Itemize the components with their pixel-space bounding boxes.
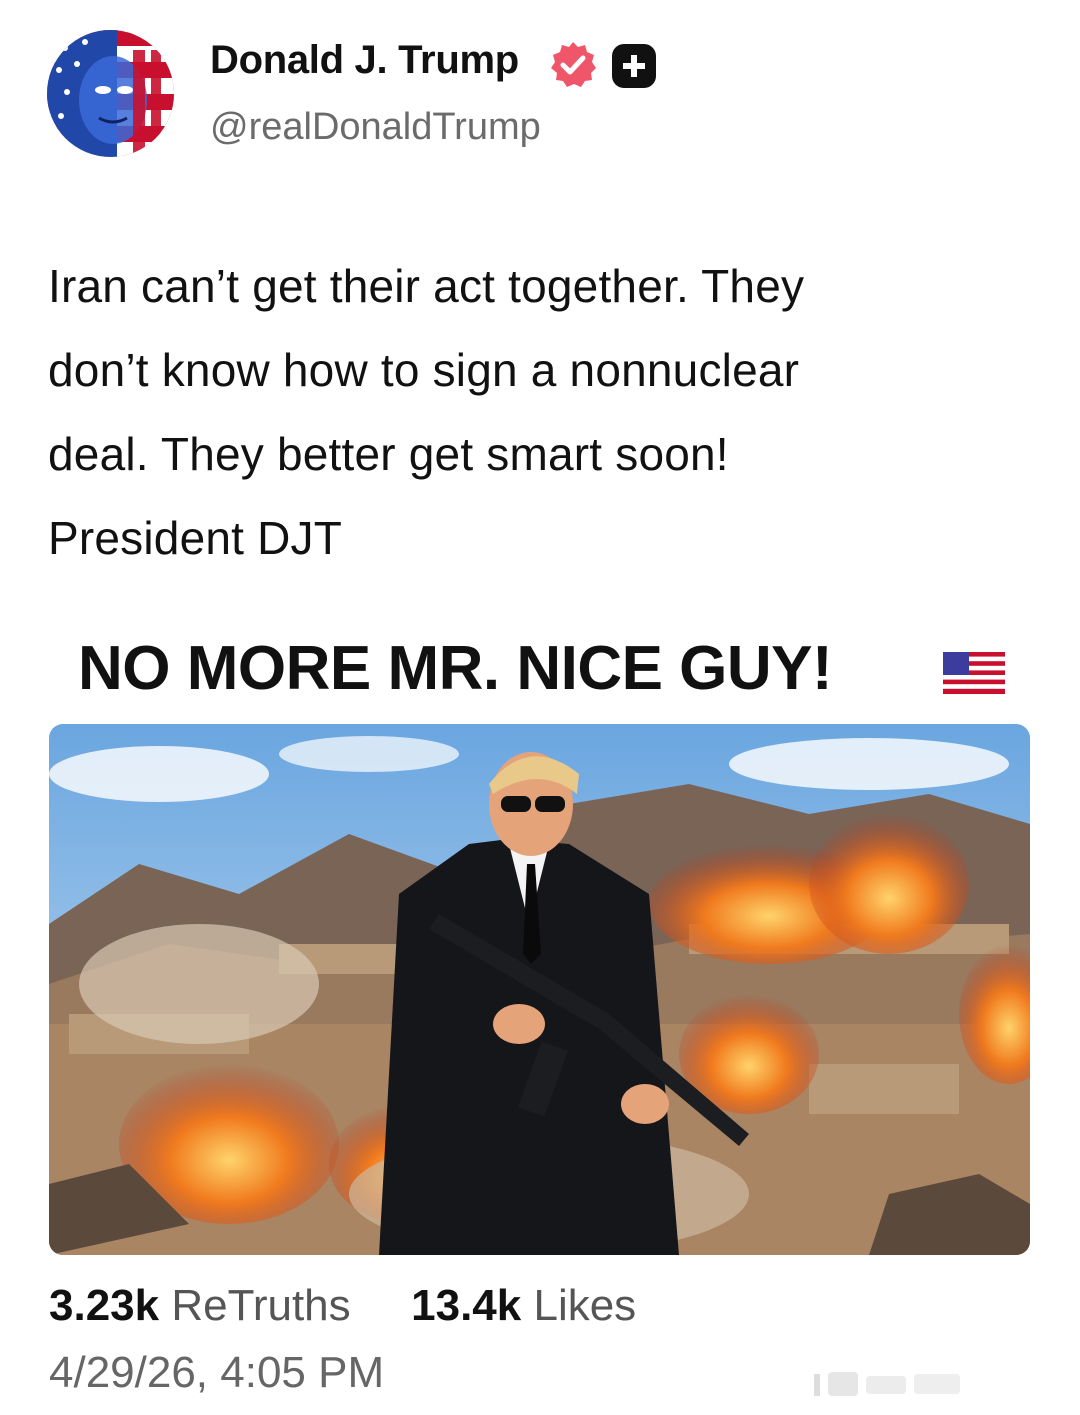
retruths-count[interactable]: 3.23k <box>49 1281 159 1330</box>
us-flag-icon <box>943 652 1005 694</box>
post-text-line: don’t know how to sign a nonnuclear <box>48 344 800 396</box>
post-stats: 3.23k ReTruths 13.4k Likes <box>49 1281 636 1331</box>
avatar[interactable] <box>47 30 174 157</box>
display-name[interactable]: Donald J. Trump <box>210 38 519 83</box>
retruths-label[interactable]: ReTruths <box>171 1281 350 1330</box>
post-text: Iran can’t get their act together. They … <box>48 244 1038 580</box>
truth-post: Donald J. Trump @realDonaldTrump Iran ca… <box>0 0 1080 1415</box>
verified-badge-icon <box>548 40 598 90</box>
post-text-line: Iran can’t get their act together. They <box>48 260 805 312</box>
media-headline: NO MORE MR. NICE GUY! <box>78 634 833 703</box>
post-text-line: President DJT <box>48 512 343 564</box>
post-text-line: deal. They better get smart soon! <box>48 428 729 480</box>
post-image[interactable] <box>49 724 1030 1255</box>
likes-count[interactable]: 13.4k <box>411 1281 521 1330</box>
watermark-icon <box>814 1368 964 1400</box>
likes-label[interactable]: Likes <box>533 1281 636 1330</box>
timestamp[interactable]: 4/29/26, 4:05 PM <box>49 1348 384 1398</box>
handle[interactable]: @realDonaldTrump <box>210 106 541 149</box>
plus-badge-icon <box>612 44 656 88</box>
